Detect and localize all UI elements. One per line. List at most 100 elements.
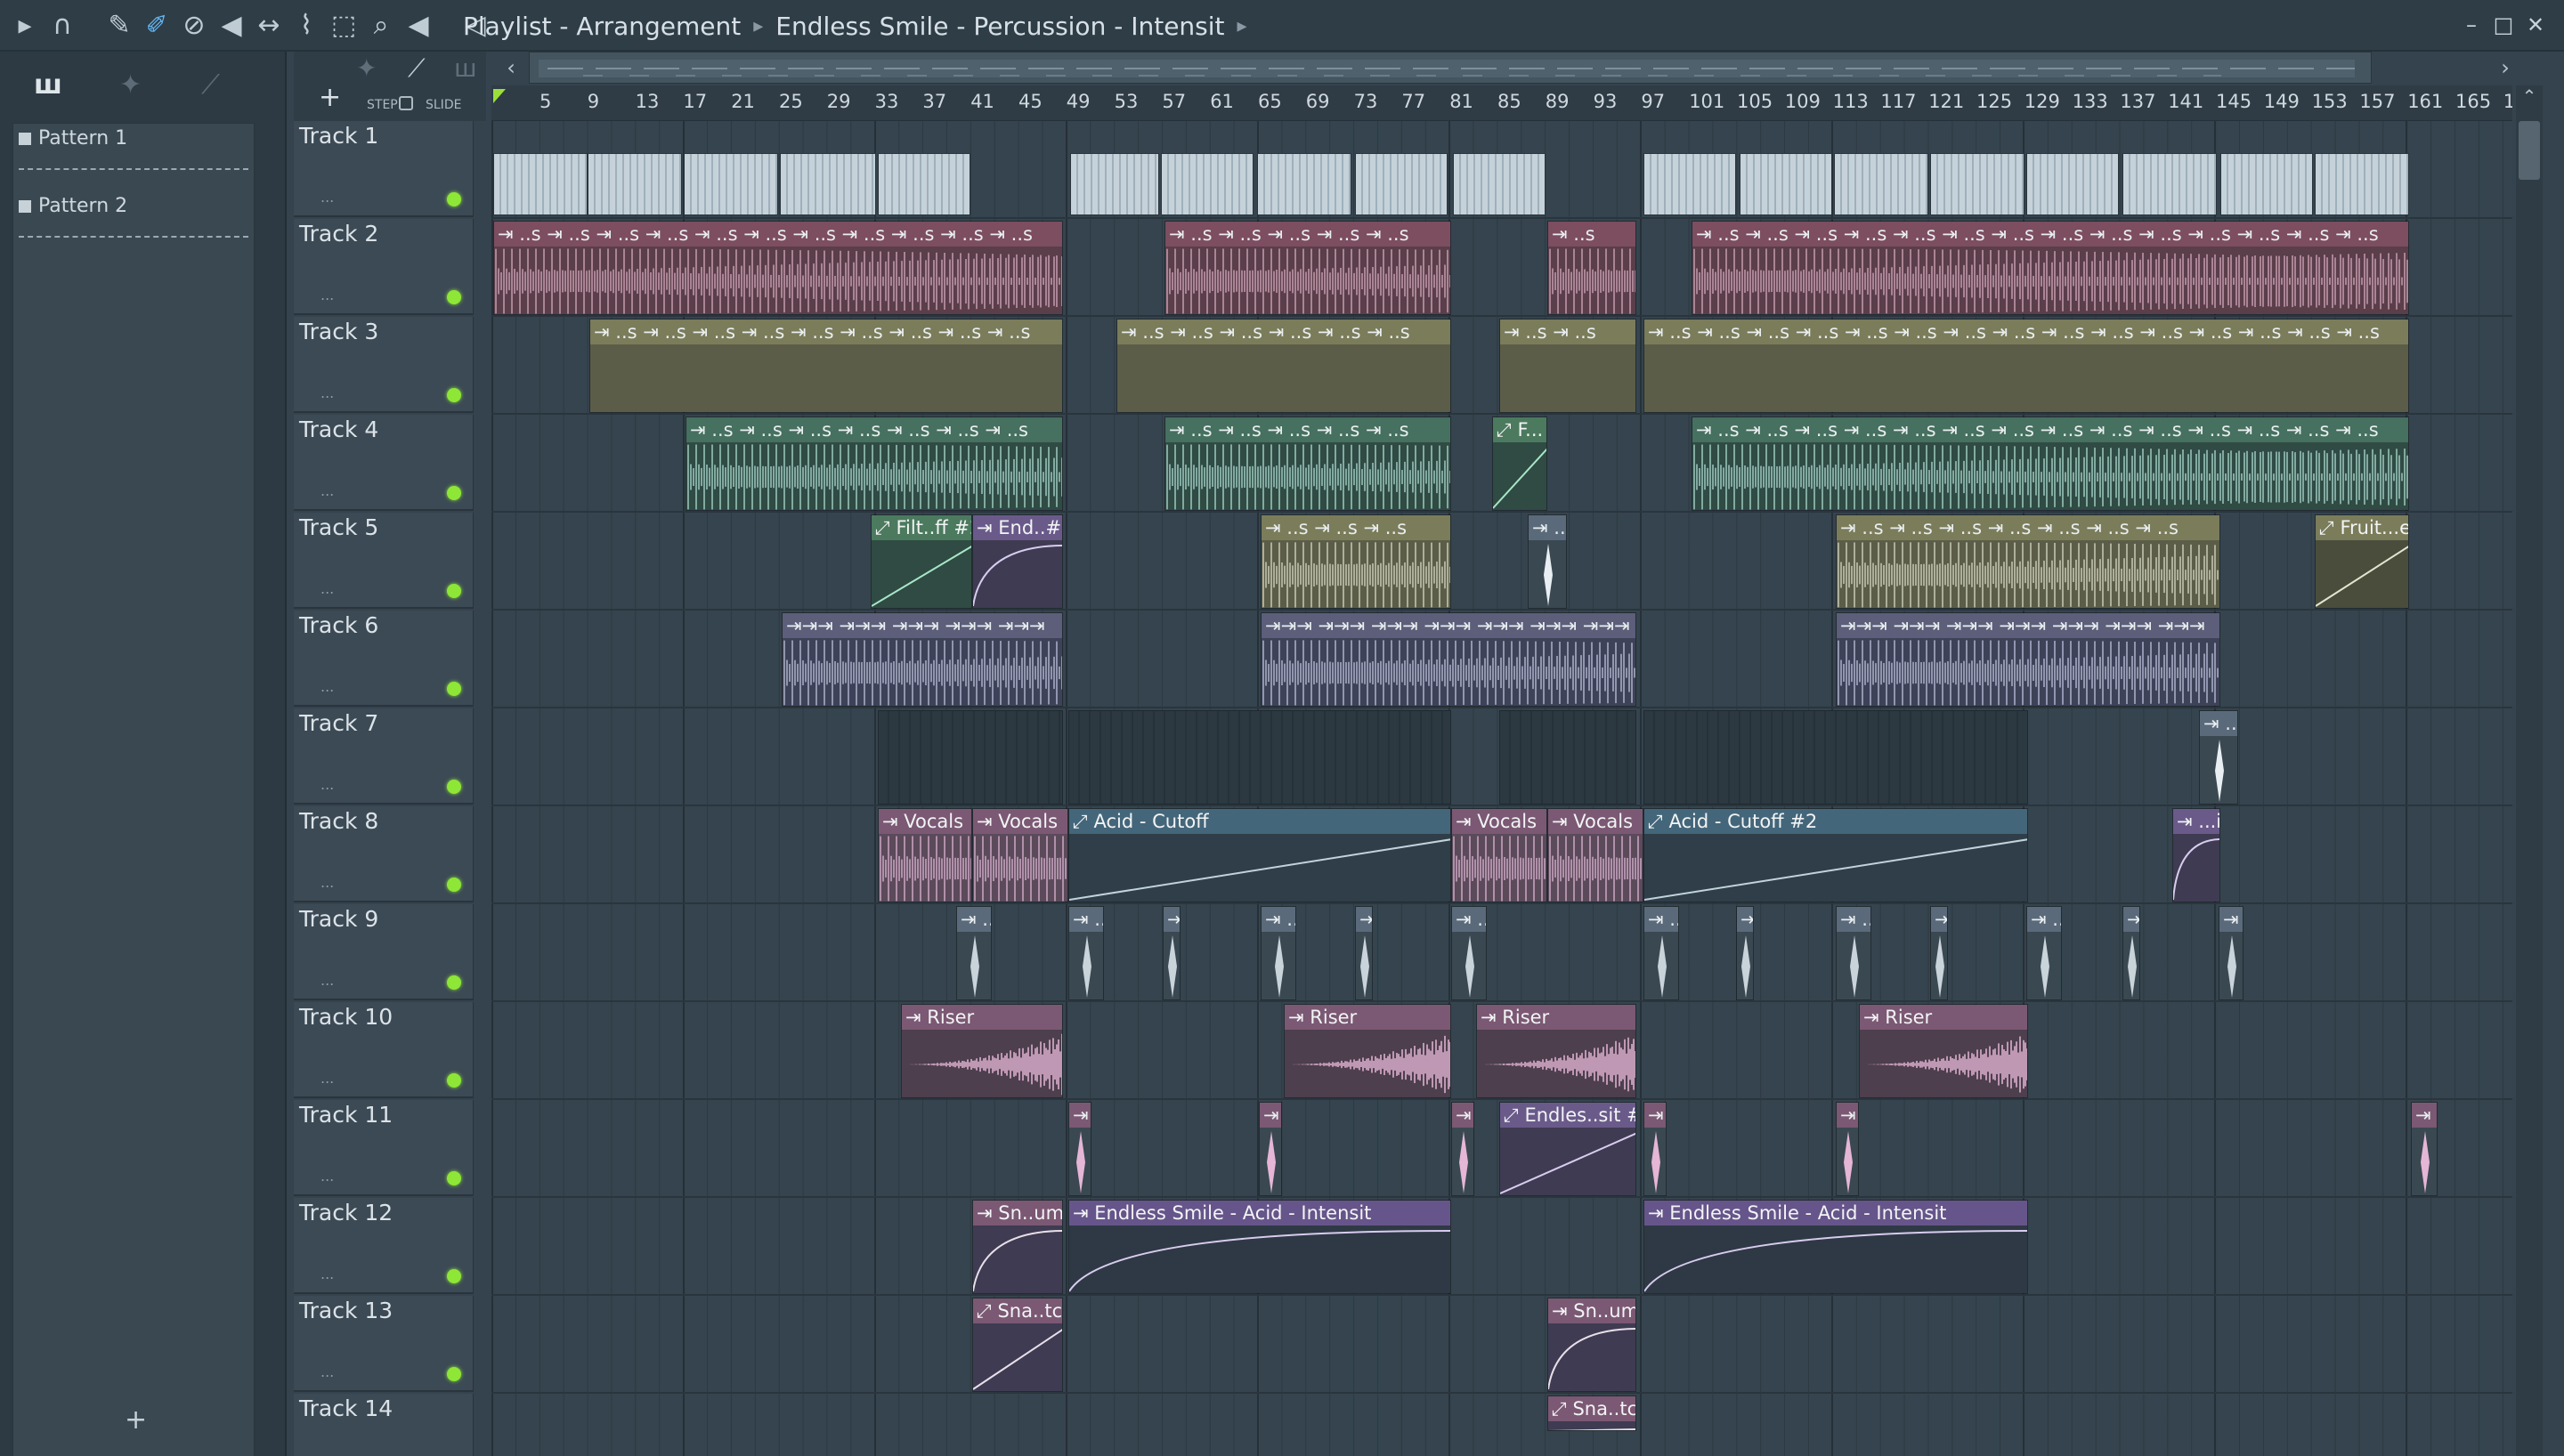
clip-header[interactable]: ⇥ ..s: [957, 907, 991, 932]
track-header[interactable]: Track 13...: [294, 1296, 474, 1392]
track-mute-led[interactable]: [447, 1269, 461, 1283]
pattern-clip[interactable]: [1643, 710, 2028, 805]
playlist-clip[interactable]: ⇥ Vocals: [1547, 808, 1643, 902]
track-options-icon[interactable]: ...: [320, 189, 334, 206]
playlist-clip[interactable]: ⇥ ..s ⇥ ..s ⇥ ..s ⇥ ..s ⇥ ..s: [1164, 221, 1451, 315]
clip-header[interactable]: ⇥ ..s: [1529, 515, 1566, 540]
pattern-clip[interactable]: [1740, 153, 1832, 215]
pattern-clip[interactable]: [1930, 153, 2024, 215]
clip-header[interactable]: ⇥ Sn..ume: [1548, 1298, 1635, 1323]
playlist-clip[interactable]: ⇥ ..s ⇥ ..s ⇥ ..s ⇥ ..s ⇥ ..s ⇥ ..s ⇥ ..…: [1692, 417, 2409, 511]
playlist-clip[interactable]: ⇥ ..s: [2411, 1102, 2438, 1196]
playlist-clip[interactable]: ⤢ Acid - Cutoff: [1068, 808, 1451, 902]
playlist-clip[interactable]: ⇥ Vocals: [972, 808, 1068, 902]
clip-header[interactable]: ⇥ ..s: [2200, 711, 2237, 736]
clip-header[interactable]: ⇥ Vocals: [1452, 809, 1546, 834]
audio-wave-icon[interactable]: ✦: [119, 69, 142, 101]
playlist-clip[interactable]: ⇥ ..s: [2122, 906, 2140, 1000]
playlist-clip[interactable]: ⇥⇥⇥ ⇥⇥⇥ ⇥⇥⇥ ⇥⇥⇥ ⇥⇥⇥ ⇥⇥⇥ ⇥⇥⇥: [1261, 612, 1636, 707]
clip-header[interactable]: ⇥ Riser: [1285, 1005, 1450, 1030]
playlist-clip[interactable]: ⇥ ..s ⇥ ..s ⇥ ..s ⇥ ..s ⇥ ..s ⇥ ..s ⇥ ..…: [1643, 319, 2409, 413]
pattern-clip[interactable]: [2220, 153, 2313, 215]
pencil-icon[interactable]: ✎: [101, 8, 137, 44]
playlist-clip[interactable]: ⇥ ..s: [2199, 710, 2238, 805]
timeline-ruler[interactable]: 5 9 13 17 21 25 29 33 37 41 45 49 53 57 61 65 69 73 77 81 85…: [491, 85, 2512, 121]
clip-header[interactable]: ⇥ ..s: [1262, 907, 1295, 932]
scroll-right-icon[interactable]: ›: [2487, 52, 2523, 84]
track-header[interactable]: Track 10...: [294, 1002, 474, 1098]
playlist-clip[interactable]: ⇥ ...it: [2172, 808, 2220, 902]
playlist-clip[interactable]: ⇥ Riser: [1476, 1004, 1636, 1098]
playlist-clip[interactable]: ⤢ Endles..sit #3: [1499, 1102, 1636, 1196]
clip-header[interactable]: ⇥ ..s: [1644, 1103, 1666, 1128]
playlist-clip[interactable]: ⇥ ..s ⇥ ..s ⇥ ..s ⇥ ..s ⇥ ..s ⇥ ..s: [1116, 319, 1451, 413]
slip-icon[interactable]: ↔: [251, 8, 287, 44]
track-mute-led[interactable]: [447, 290, 461, 304]
add-pattern-button[interactable]: +: [125, 1404, 147, 1436]
clip-header[interactable]: ⇥ Riser: [902, 1005, 1062, 1030]
playlist-clip[interactable]: ⤢ Acid - Cutoff #2: [1643, 808, 2028, 902]
clip-header[interactable]: ⤢ Fruit...eq: [2316, 515, 2408, 540]
clip-header[interactable]: ⇥ ..s: [1644, 907, 1678, 932]
playlist-clip[interactable]: ⇥ Riser: [1859, 1004, 2028, 1098]
track-mute-led[interactable]: [447, 388, 461, 402]
track-header[interactable]: Track 2...: [294, 219, 474, 315]
playlist-clip[interactable]: ⇥ ..s ⇥ ..s ⇥ ..s: [1261, 514, 1451, 609]
pattern-clip[interactable]: [1068, 710, 1451, 805]
clip-header[interactable]: ⇥ ..s ⇥ ..s: [1500, 320, 1635, 344]
pattern-clip[interactable]: [1834, 153, 1928, 215]
playlist-clip[interactable]: ⇥ ..s: [1643, 906, 1679, 1000]
pattern-clip[interactable]: [2122, 153, 2217, 215]
playback-icon[interactable]: ◀: [401, 8, 436, 44]
playlist-clip[interactable]: ⇥ ..s: [1528, 514, 1567, 609]
playlist-grid[interactable]: ⇥ ..s ⇥ ..s ⇥ ..s ⇥ ..s ⇥ ..s ⇥ ..s ⇥ ..…: [491, 121, 2512, 1456]
scroll-left-icon[interactable]: ‹: [495, 52, 527, 84]
playlist-overview-scrollbar[interactable]: [529, 52, 2372, 84]
playlist-clip[interactable]: ⇥ Vocals: [878, 808, 972, 902]
clip-header[interactable]: ⇥ ..s ⇥ ..s ⇥ ..s: [1262, 515, 1450, 540]
track-options-icon[interactable]: ...: [320, 678, 334, 695]
clip-header[interactable]: ⇥ ...it: [2173, 809, 2219, 834]
breadcrumb-item-pattern[interactable]: Endless Smile - Percussion - Intensit: [775, 12, 1224, 41]
pattern-clip[interactable]: [588, 153, 682, 215]
track-mute-led[interactable]: [447, 780, 461, 794]
clip-header[interactable]: ⇥ ..s: [1452, 907, 1486, 932]
clip-header[interactable]: ⇥ ..s ⇥ ..s ⇥ ..s ⇥ ..s ⇥ ..s ⇥ ..s ⇥ ..…: [1692, 222, 2408, 247]
track-header[interactable]: Track 6...: [294, 611, 474, 707]
pattern-clip[interactable]: [878, 710, 1063, 805]
clip-header[interactable]: ⇥ Vocals: [879, 809, 971, 834]
track-mute-led[interactable]: [447, 1367, 461, 1381]
clip-header[interactable]: ⇥ ..s: [1164, 907, 1180, 932]
scroll-up-icon[interactable]: ⌃: [2516, 85, 2543, 112]
playlist-clip[interactable]: ⇥ ..s: [1259, 1102, 1282, 1196]
playlist-clip[interactable]: ⇥ ..s: [956, 906, 992, 1000]
clip-header[interactable]: ⇥ ..s ⇥ ..s ⇥ ..s ⇥ ..s ⇥ ..s: [1165, 222, 1450, 247]
track-header[interactable]: Track 12...: [294, 1198, 474, 1294]
track-options-icon[interactable]: ...: [320, 1363, 334, 1380]
playlist-clip[interactable]: ⇥ ..s: [1451, 1102, 1474, 1196]
playlist-clip[interactable]: ⤢ Sna..tch: [972, 1298, 1063, 1392]
track-header[interactable]: Track 7...: [294, 708, 474, 805]
snap-icon[interactable]: ✦: [356, 53, 377, 83]
clip-header[interactable]: ⇥ ..s: [1931, 907, 1947, 932]
track-header[interactable]: Track 3...: [294, 317, 474, 413]
playlist-clip[interactable]: ⇥ Vocals: [1451, 808, 1547, 902]
clip-header[interactable]: ⇥ ..s: [2412, 1103, 2437, 1128]
clip-header[interactable]: ⇥ ..s ⇥ ..s ⇥ ..s ⇥ ..s ⇥ ..s: [1165, 417, 1450, 442]
playlist-clip[interactable]: ⤢ Sna..tch: [1547, 1395, 1636, 1431]
track-header[interactable]: Track 5...: [294, 513, 474, 609]
automation-link-icon[interactable]: ⟋: [408, 53, 426, 84]
track-mute-led[interactable]: [447, 975, 461, 990]
playlist-clip[interactable]: ⇥ ..s: [1643, 1102, 1667, 1196]
track-header[interactable]: Track 8...: [294, 806, 474, 902]
track-mute-led[interactable]: [447, 192, 461, 206]
list-item[interactable]: Pattern 2: [13, 191, 254, 259]
pattern-clip[interactable]: [684, 153, 778, 215]
playlist-clip[interactable]: ⇥ ..s: [1068, 906, 1104, 1000]
track-mute-led[interactable]: [447, 1073, 461, 1088]
pattern-clip[interactable]: [1499, 710, 1636, 805]
track-header[interactable]: Track 1...: [294, 121, 474, 217]
minimize-button[interactable]: –: [2455, 7, 2487, 43]
clip-header[interactable]: ⇥ ..s: [2027, 907, 2061, 932]
playlist-clip[interactable]: ⤢ Fruit...eq: [2315, 514, 2409, 609]
